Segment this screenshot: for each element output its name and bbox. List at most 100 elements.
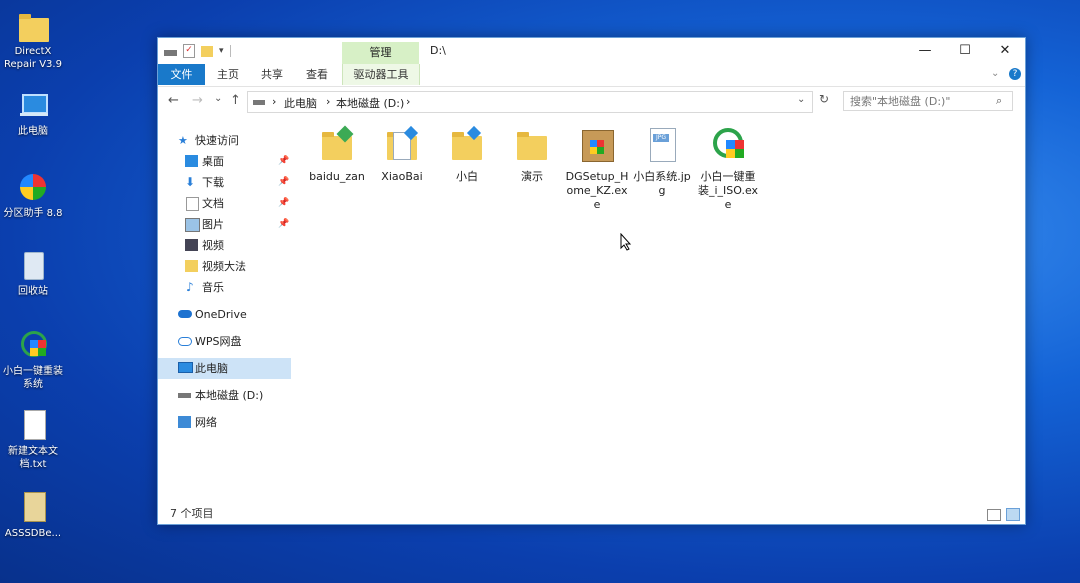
desktop-icon-asssdbe[interactable]: ASSSDBe... bbox=[1, 490, 65, 540]
sidebar-item-wps-drive[interactable]: WPS网盘 bbox=[158, 331, 291, 352]
breadcrumb-separator[interactable]: › bbox=[326, 95, 330, 108]
sidebar-item-onedrive[interactable]: OneDrive bbox=[158, 304, 291, 325]
desktop-icon-partition-assistant[interactable]: 分区助手 8.8 bbox=[1, 170, 65, 220]
drive-small-icon bbox=[253, 100, 265, 105]
file-name: 小白 bbox=[456, 170, 478, 183]
expand-ribbon-icon[interactable]: ⌄ bbox=[991, 68, 999, 79]
file-item-xiaobai-iso[interactable]: 小白一键重装_i_ISO.exe bbox=[696, 126, 760, 212]
folder-green-arrow-icon bbox=[317, 125, 357, 166]
tab-view[interactable]: 查看 bbox=[297, 64, 337, 85]
recent-locations-button[interactable]: ⌄ bbox=[214, 93, 222, 104]
pin-icon: 📌 bbox=[278, 177, 290, 187]
desktop-icon-label: 分区助手 8.8 bbox=[3, 208, 63, 219]
sidebar-item-desktop[interactable]: 桌面 📌 bbox=[158, 151, 291, 172]
star-icon: ★ bbox=[178, 134, 188, 147]
status-bar: 7 个项目 bbox=[158, 504, 1025, 524]
text-file-icon bbox=[16, 408, 50, 442]
maximize-button[interactable]: ☐ bbox=[945, 38, 985, 64]
sidebar-item-video-dafa[interactable]: 视频大法 bbox=[158, 256, 291, 277]
file-name: DGSetup_Home_KZ.exe bbox=[565, 170, 629, 211]
computer-icon bbox=[16, 88, 50, 122]
forward-button[interactable]: → bbox=[192, 93, 203, 108]
file-item-baidu-zan[interactable]: baidu_zan bbox=[306, 125, 368, 184]
drive-small-icon bbox=[164, 50, 177, 56]
sidebar-item-downloads[interactable]: ⬇ 下载 📌 bbox=[158, 172, 291, 193]
mouse-cursor-icon bbox=[620, 233, 632, 251]
sidebar-item-label: OneDrive bbox=[195, 308, 247, 321]
minimize-button[interactable]: — bbox=[905, 38, 945, 64]
cloud-outline-icon bbox=[178, 337, 192, 346]
document-icon bbox=[186, 197, 199, 211]
sidebar-item-this-pc[interactable]: 此电脑 bbox=[158, 358, 291, 379]
window-title: D:\ bbox=[430, 44, 446, 57]
folder-files-icon bbox=[382, 125, 422, 166]
sidebar-item-label: WPS网盘 bbox=[195, 335, 242, 348]
desktop-icon bbox=[185, 155, 198, 167]
pin-icon: 📌 bbox=[278, 198, 290, 208]
close-button[interactable]: ✕ bbox=[985, 38, 1025, 64]
sidebar-item-quick-access[interactable]: ★ 快速访问 bbox=[158, 130, 291, 151]
desktop-icon-directx[interactable]: DirectX Repair V3.9 bbox=[1, 8, 65, 71]
sidebar-item-videos[interactable]: 视频 bbox=[158, 235, 291, 256]
file-item-xiaobai-cn[interactable]: 小白 bbox=[436, 125, 498, 184]
large-icons-view-icon[interactable] bbox=[1006, 508, 1020, 521]
up-button[interactable]: ↑ bbox=[230, 93, 241, 108]
desktop-icon-xiaobai[interactable]: 小白一键重装系统 bbox=[1, 328, 65, 391]
music-icon: ♪ bbox=[186, 280, 194, 294]
breadcrumb-separator[interactable]: › bbox=[406, 95, 410, 108]
new-folder-icon[interactable] bbox=[201, 45, 213, 57]
tab-home[interactable]: 主页 bbox=[209, 64, 247, 85]
file-name: XiaoBai bbox=[381, 170, 423, 183]
pin-icon: 📌 bbox=[278, 156, 290, 166]
pin-icon: 📌 bbox=[278, 219, 290, 229]
file-name: 演示 bbox=[521, 170, 543, 183]
cloud-icon bbox=[178, 310, 192, 318]
desktop-icon-label: 小白一键重装系统 bbox=[3, 366, 63, 390]
sidebar-item-label: 此电脑 bbox=[195, 362, 228, 375]
desktop-icon-label: ASSSDBe... bbox=[4, 528, 62, 539]
breadcrumb-this-pc[interactable]: 此电脑 bbox=[284, 95, 317, 111]
desktop-icon-this-pc[interactable]: 此电脑 bbox=[1, 88, 65, 138]
desktop-icon-label: 回收站 bbox=[18, 286, 48, 297]
desktop-icon-new-text[interactable]: 新建文本文档.txt bbox=[1, 408, 65, 471]
search-input[interactable]: 搜索"本地磁盘 (D:)" bbox=[843, 91, 1013, 111]
sidebar-item-label: 音乐 bbox=[202, 281, 224, 294]
file-item-xiaobai[interactable]: XiaoBai bbox=[371, 125, 433, 184]
refresh-icon[interactable]: ↻ bbox=[819, 92, 829, 106]
address-dropdown-icon[interactable]: ⌄ bbox=[797, 94, 805, 105]
tab-drive-tools[interactable]: 驱动器工具 bbox=[342, 64, 420, 85]
help-icon[interactable]: ? bbox=[1009, 68, 1021, 80]
details-view-icon[interactable] bbox=[987, 509, 1001, 521]
desktop-icon-recycle-bin[interactable]: 回收站 bbox=[1, 248, 65, 298]
sidebar-item-label: 本地磁盘 (D:) bbox=[195, 389, 264, 402]
explorer-window: ✓ ▾ 管理 D:\ — ☐ ✕ 文件 主页 共享 查看 驱动器工具 ⌄ ? ←… bbox=[157, 37, 1026, 525]
installer-box-icon bbox=[577, 126, 617, 166]
file-item-xiaobai-jpg[interactable]: JPG 小白系统.jpg bbox=[632, 126, 692, 198]
sidebar-item-pictures[interactable]: 图片 📌 bbox=[158, 214, 291, 235]
sidebar-item-label: 下载 bbox=[202, 176, 224, 189]
sidebar-item-label: 文档 bbox=[202, 197, 224, 210]
sidebar-item-documents[interactable]: 文档 📌 bbox=[158, 193, 291, 214]
address-row: ← → ⌄ ↑ › 此电脑 › 本地磁盘 (D:) › ⌄ ↻ 搜索"本地磁盘 … bbox=[158, 88, 1025, 114]
folder-icon bbox=[512, 126, 552, 166]
address-bar[interactable]: › 此电脑 › 本地磁盘 (D:) › ⌄ bbox=[247, 91, 813, 113]
sidebar-item-drive-d[interactable]: 本地磁盘 (D:) bbox=[158, 385, 291, 406]
properties-icon[interactable]: ✓ bbox=[183, 44, 195, 58]
sidebar-item-network[interactable]: 网络 bbox=[158, 412, 291, 433]
file-item-demo[interactable]: 演示 bbox=[501, 126, 563, 184]
back-button[interactable]: ← bbox=[168, 93, 179, 108]
folder-icon bbox=[16, 8, 50, 42]
archive-icon bbox=[16, 490, 50, 524]
ribbon-tabs: 文件 主页 共享 查看 驱动器工具 ⌄ ? bbox=[158, 64, 1025, 87]
tab-share[interactable]: 共享 bbox=[252, 64, 292, 85]
sidebar-item-label: 视频 bbox=[202, 239, 224, 252]
customize-qat-icon[interactable]: ▾ bbox=[219, 46, 224, 56]
tab-file[interactable]: 文件 bbox=[158, 64, 205, 85]
breadcrumb-drive-d[interactable]: 本地磁盘 (D:) bbox=[336, 95, 404, 111]
folder-icon bbox=[185, 260, 198, 272]
breadcrumb-separator[interactable]: › bbox=[272, 95, 276, 108]
sidebar-item-music[interactable]: ♪ 音乐 bbox=[158, 277, 291, 298]
desktop-icon-label: 新建文本文档.txt bbox=[8, 446, 58, 470]
file-item-dgsetup[interactable]: DGSetup_Home_KZ.exe bbox=[565, 126, 629, 212]
file-name: 小白一键重装_i_ISO.exe bbox=[697, 170, 759, 211]
